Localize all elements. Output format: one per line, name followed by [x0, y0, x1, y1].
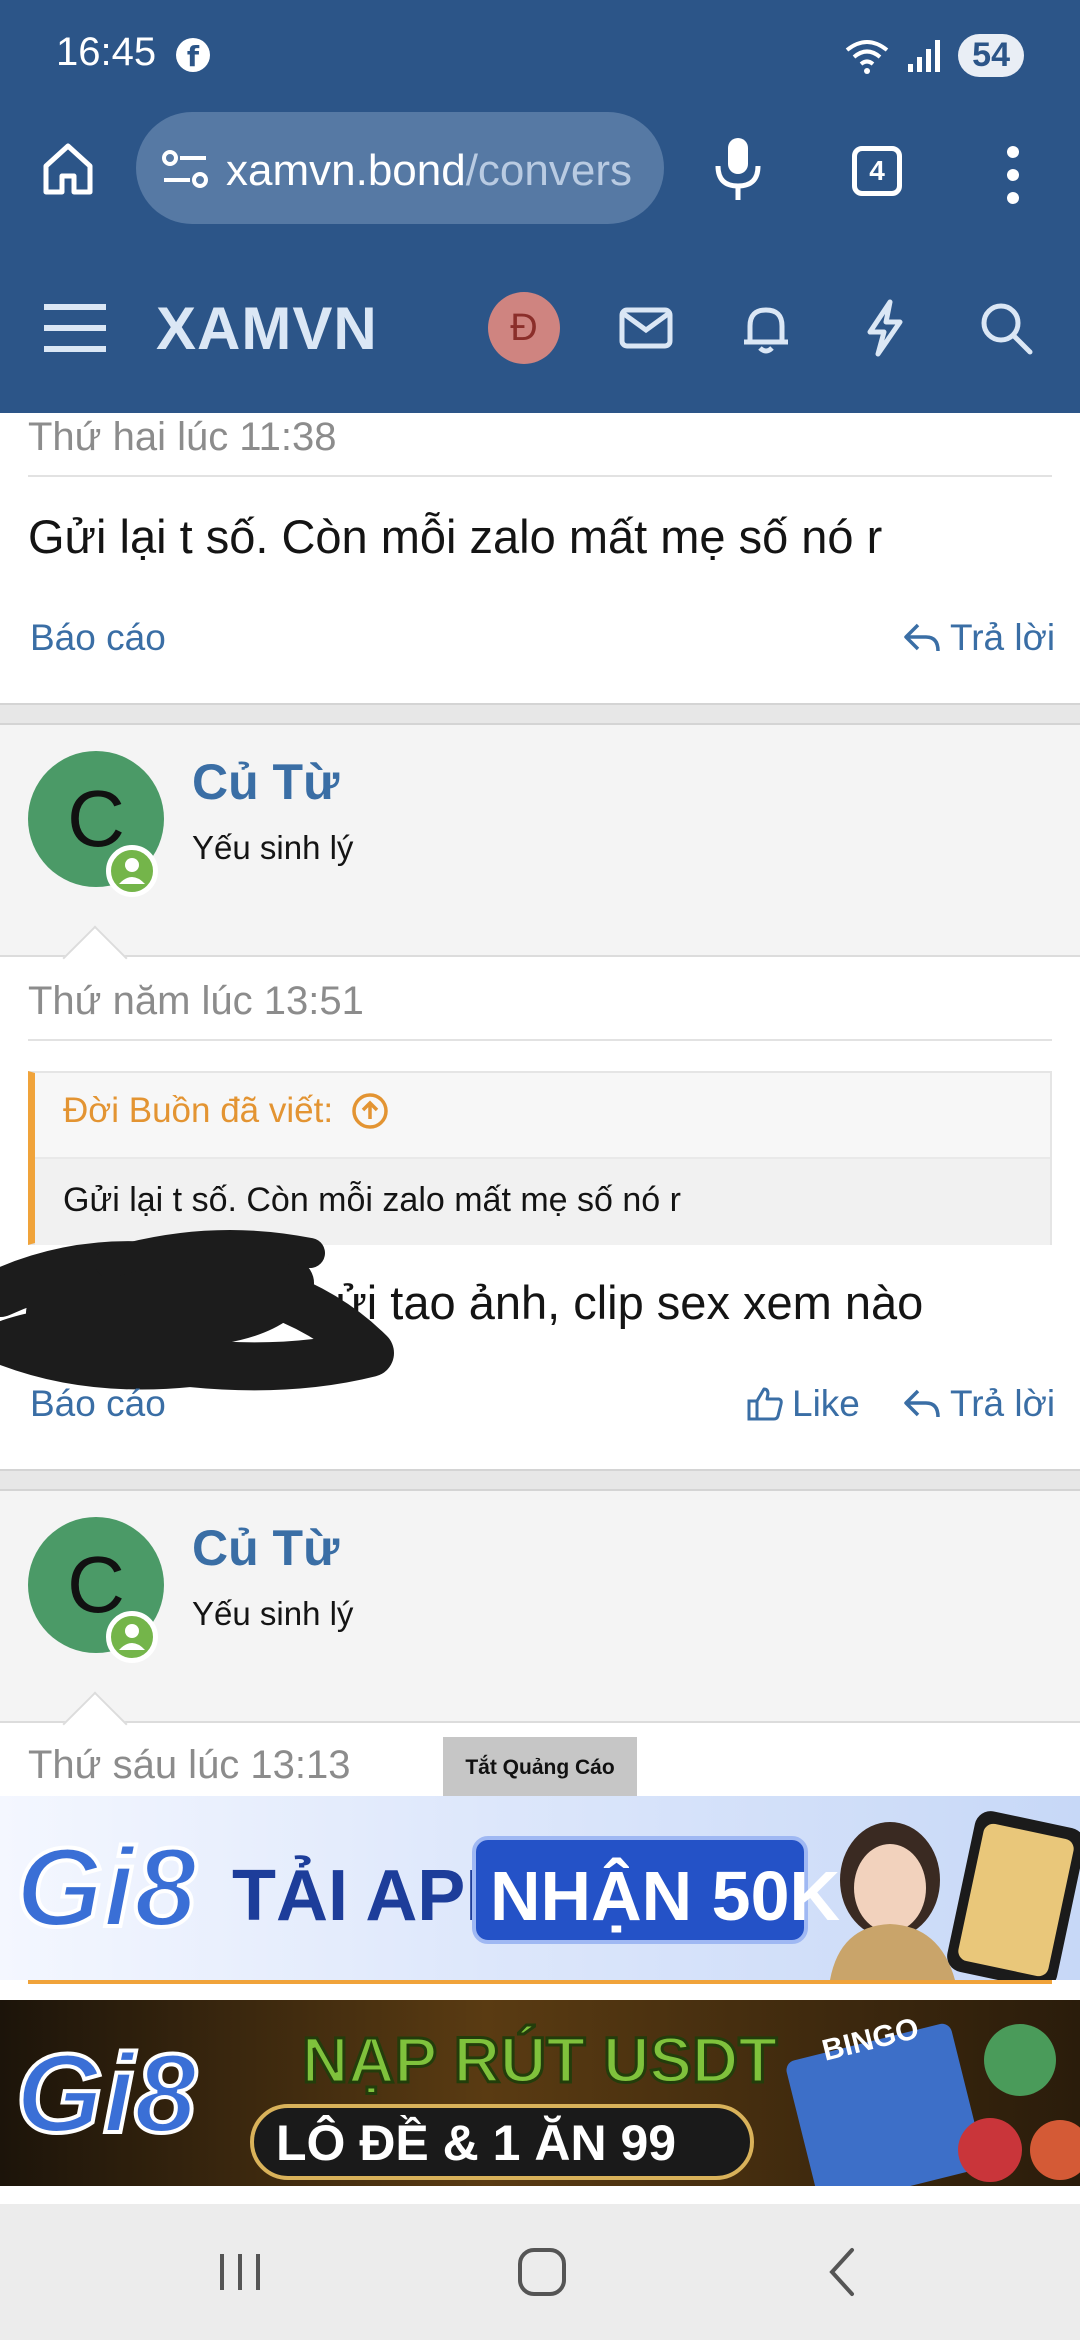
- ad-banner[interactable]: Gi8 TẢI APP NHẬN 50K: [0, 1796, 1080, 1980]
- user-name[interactable]: Củ Từ: [192, 753, 339, 811]
- ad-badge: NHẬN 50K: [490, 1856, 840, 1935]
- ad-brand: Gi8: [16, 1825, 197, 1950]
- quote-header[interactable]: Đời Buồn đã viết:: [63, 1091, 389, 1131]
- microphone-icon[interactable]: [708, 134, 768, 204]
- site-settings-icon[interactable]: [160, 148, 210, 192]
- online-status-icon: [106, 845, 158, 897]
- bell-icon[interactable]: [734, 296, 798, 360]
- message-body: Gửi lại t số. Còn mỗi zalo mất mẹ số nó …: [28, 510, 883, 563]
- ad-banner[interactable]: Gi8 NẠP RÚT USDT LÔ ĐỀ & 1 ĂN 99 BINGO: [0, 2000, 1080, 2186]
- ad-banner-art: Gi8 NẠP RÚT USDT LÔ ĐỀ & 1 ĂN 99 BINGO: [14, 2012, 1080, 2186]
- report-link[interactable]: Báo cáo: [30, 617, 166, 659]
- quote-accent-line: [28, 1980, 1052, 1984]
- inbox-icon[interactable]: [614, 296, 678, 360]
- home-button-icon[interactable]: [512, 2242, 572, 2302]
- thumbs-up-icon: [747, 1387, 783, 1421]
- signal-icon: [908, 39, 941, 72]
- forum-header: XAMVN Đ: [0, 248, 1080, 413]
- ad-headline: TẢI APP: [232, 1855, 513, 1936]
- reply-icon: [904, 623, 940, 652]
- message-separator: [0, 1469, 1080, 1491]
- status-indicators: 54: [844, 34, 1024, 77]
- message-separator: [0, 703, 1080, 725]
- user-name[interactable]: Củ Từ: [192, 1519, 339, 1577]
- recent-apps-icon[interactable]: [210, 2242, 270, 2302]
- ad-subline: LÔ ĐỀ & 1 ĂN 99: [276, 2114, 676, 2171]
- ad-banner-art: Gi8 TẢI APP NHẬN 50K: [14, 1811, 1080, 1980]
- reply-label: Trả lời: [950, 1383, 1056, 1424]
- home-icon[interactable]: [38, 138, 98, 198]
- lightning-icon[interactable]: [854, 296, 918, 360]
- facebook-icon: f: [176, 38, 210, 73]
- divider: [28, 1039, 1052, 1041]
- jump-up-icon[interactable]: [351, 1092, 389, 1130]
- status-bar: 16:45 f 54: [0, 0, 1080, 110]
- user-title: Yếu sinh lý: [192, 829, 354, 866]
- message-date: Thứ sáu lúc 13:13: [28, 1743, 351, 1787]
- ad-ball: [958, 2118, 1022, 2182]
- url-path: /convers: [465, 146, 632, 195]
- account-avatar[interactable]: Đ: [488, 292, 560, 364]
- back-icon[interactable]: [814, 2242, 874, 2302]
- ad-brand: Gi8: [16, 2031, 197, 2156]
- hamburger-menu-icon[interactable]: [44, 300, 106, 356]
- redaction-scribble: [0, 1230, 394, 1391]
- site-logo[interactable]: XAMVN: [156, 294, 378, 363]
- ad-model-face: [854, 1844, 926, 1932]
- ad-ball: [984, 2024, 1056, 2096]
- browser-toolbar: xamvn.bond/convers 4: [0, 110, 1080, 248]
- like-link[interactable]: Like: [746, 1383, 860, 1425]
- reply-icon: [904, 1389, 940, 1418]
- message-date: Thứ năm lúc 13:51: [28, 979, 364, 1023]
- quote-author: Đời Buồn đã viết:: [63, 1091, 334, 1130]
- reply-link[interactable]: Trả lời: [902, 617, 1055, 659]
- url-text: xamvn.bond/convers: [226, 146, 632, 196]
- tab-switcher-button[interactable]: 4: [852, 146, 902, 196]
- ad-ball: [1030, 2120, 1080, 2180]
- quote-text: Gửi lại t số. Còn mỗi zalo mất mẹ số nó …: [63, 1181, 681, 1219]
- like-label: Like: [792, 1383, 860, 1424]
- close-ads-button[interactable]: Tắt Quảng Cáo: [443, 1737, 637, 1799]
- ad-model-dress: [830, 1924, 955, 1980]
- report-link[interactable]: Báo cáo: [30, 1383, 166, 1425]
- ad-headline: NẠP RÚT USDT: [302, 2024, 777, 2096]
- message-author: C Củ Từ Yếu sinh lý: [0, 725, 1080, 957]
- divider: [28, 475, 1052, 477]
- address-bar[interactable]: xamvn.bond/convers: [136, 112, 664, 224]
- wifi-icon: [845, 39, 889, 74]
- ad-gap: [0, 1980, 1080, 2000]
- quote-block: Đời Buồn đã viết: Gửi lại t số. Còn mỗi …: [28, 1071, 1052, 1245]
- url-host: xamvn.bond: [226, 146, 466, 195]
- status-time: 16:45: [56, 30, 157, 74]
- user-title: Yếu sinh lý: [192, 1595, 354, 1632]
- search-icon[interactable]: [974, 296, 1038, 360]
- reply-link[interactable]: Trả lời: [902, 1383, 1055, 1425]
- more-menu-icon[interactable]: [998, 140, 1028, 210]
- system-navigation-bar: [0, 2204, 1080, 2340]
- battery-indicator: 54: [958, 34, 1024, 77]
- reply-label: Trả lời: [950, 617, 1056, 658]
- online-status-icon: [106, 1611, 158, 1663]
- message-author: C Củ Từ Yếu sinh lý: [0, 1491, 1080, 1723]
- message-date: Thứ hai lúc 11:38: [28, 415, 337, 459]
